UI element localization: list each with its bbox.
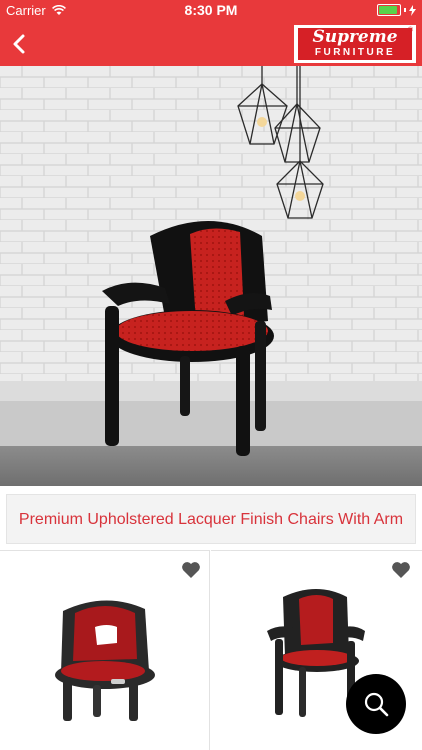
product-title: Premium Upholstered Lacquer Finish Chair…	[18, 510, 404, 528]
status-right	[377, 4, 416, 16]
search-icon	[364, 692, 389, 717]
product-card[interactable]	[0, 550, 210, 750]
status-bar: Carrier 8:30 PM	[0, 0, 422, 22]
battery-tip	[404, 8, 406, 12]
chevron-left-icon[interactable]	[6, 30, 34, 58]
logo-subtitle: FURNITURE	[298, 46, 412, 60]
heart-icon[interactable]	[181, 561, 201, 579]
product-thumbnail	[55, 600, 155, 721]
supreme-furniture-logo: Supreme FURNITURE ®	[294, 25, 416, 63]
status-time: 8:30 PM	[184, 2, 238, 18]
logo-registered-mark: ®	[407, 27, 413, 34]
hero-photo	[0, 66, 422, 486]
battery-icon	[377, 4, 401, 16]
heart-icon[interactable]	[391, 561, 411, 579]
product-title-box: Premium Upholstered Lacquer Finish Chair…	[6, 494, 416, 544]
logo-brand: Supreme	[298, 28, 412, 47]
product-hero-image	[0, 66, 422, 486]
search-button[interactable]	[346, 674, 406, 734]
charging-bolt-icon	[409, 4, 416, 16]
battery-fill	[379, 6, 397, 14]
